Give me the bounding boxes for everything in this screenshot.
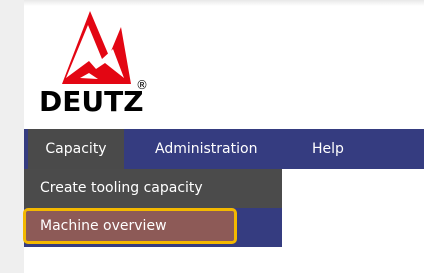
top-shadow xyxy=(24,0,424,6)
top-navigation: Capacity Administration Help xyxy=(24,129,424,169)
nav-capacity-label: Capacity xyxy=(45,141,107,157)
deutz-logo-icon: DEUTZ ® xyxy=(35,7,148,115)
menu-create-tooling-capacity[interactable]: Create tooling capacity xyxy=(24,169,282,208)
left-background xyxy=(0,0,24,273)
nav-capacity[interactable]: Capacity xyxy=(28,129,124,169)
logo-brand-text: DEUTZ xyxy=(39,85,144,115)
nav-help-label: Help xyxy=(312,141,344,157)
menu-machine-overview-label: Machine overview xyxy=(40,218,167,234)
page: DEUTZ ® Capacity Administration Help Cre… xyxy=(0,0,424,273)
registered-mark: ® xyxy=(136,78,148,92)
nav-administration[interactable]: Administration xyxy=(155,129,257,169)
nav-administration-label: Administration xyxy=(155,141,258,157)
nav-help[interactable]: Help xyxy=(312,129,344,169)
menu-create-tooling-capacity-label: Create tooling capacity xyxy=(40,180,203,196)
